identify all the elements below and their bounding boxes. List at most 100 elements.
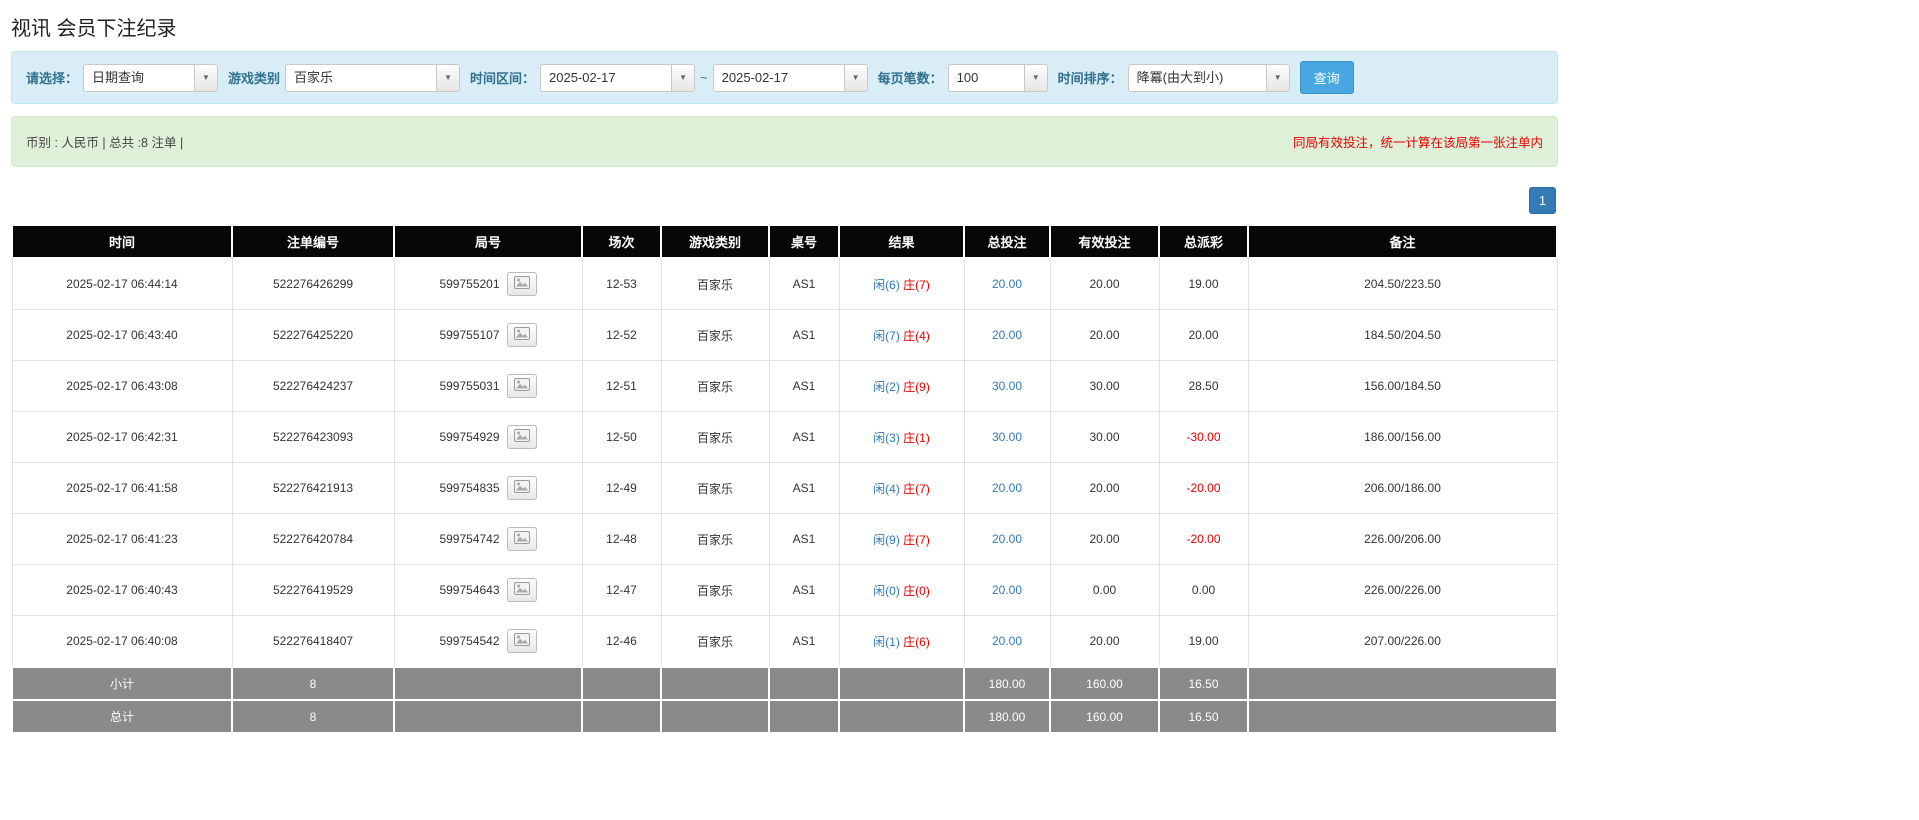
date-from-value: 2025-02-17 xyxy=(549,69,616,85)
total-bet-link[interactable]: 20.00 xyxy=(992,481,1022,495)
cell-remark: 186.00/156.00 xyxy=(1247,411,1558,463)
result-player: 闲(6) xyxy=(873,277,900,292)
total-bet-link[interactable]: 20.00 xyxy=(992,277,1022,291)
summary-bar: 币别 : 人民币 | 总共 :8 注单 | 同局有效投注，统一计算在该局第一张注… xyxy=(11,116,1558,167)
header-result: 结果 xyxy=(838,224,965,259)
result-image-button[interactable] xyxy=(506,476,537,500)
date-from-picker[interactable]: 2025-02-17 ▼ xyxy=(540,63,696,92)
search-button[interactable]: 查询 xyxy=(1299,61,1354,94)
result-player: 闲(3) xyxy=(873,430,900,445)
filter-bar: 请选择： 日期查询 ▼ 游戏类别 百家乐 ▼ 时间区间： 2025-02-17 … xyxy=(11,51,1558,104)
result-image-button[interactable] xyxy=(506,272,537,296)
date-range-separator: ~ xyxy=(700,70,708,85)
sort-label: 时间排序： xyxy=(1057,71,1123,86)
total-bet-link[interactable]: 20.00 xyxy=(992,634,1022,648)
cell-time: 2025-02-17 06:43:40 xyxy=(11,309,233,361)
chevron-down-icon[interactable]: ▼ xyxy=(671,64,695,91)
round-id-text: 599754835 xyxy=(439,481,500,495)
cell-total-bet: 20.00 xyxy=(963,309,1051,361)
cell-bet-id: 522276418407 xyxy=(231,615,395,668)
chevron-down-icon[interactable]: ▼ xyxy=(1265,64,1289,91)
header-game-type: 游戏类别 xyxy=(660,224,770,259)
cell-table-no: AS1 xyxy=(768,360,840,412)
cell-session: 12-53 xyxy=(581,257,662,310)
cell-time: 2025-02-17 06:41:58 xyxy=(11,462,233,514)
cell-payout: -20.00 xyxy=(1158,462,1249,514)
chevron-down-icon[interactable]: ▼ xyxy=(436,64,460,91)
query-type-dropdown[interactable]: 日期查询 ▼ xyxy=(83,63,219,92)
cell-payout: -20.00 xyxy=(1158,513,1249,565)
pagination: 1 xyxy=(11,187,1556,214)
cell-total-bet: 30.00 xyxy=(963,360,1051,412)
cell-payout: -30.00 xyxy=(1158,411,1249,463)
result-player: 闲(1) xyxy=(873,634,900,649)
sort-value: 降冪(由大到小) xyxy=(1136,69,1224,85)
cell-time: 2025-02-17 06:42:31 xyxy=(11,411,233,463)
total-label: 总计 xyxy=(11,699,233,734)
date-to-picker[interactable]: 2025-02-17 ▼ xyxy=(712,63,868,92)
cell-payout: 0.00 xyxy=(1158,564,1249,616)
cell-result: 闲(2) 庄(9) xyxy=(838,360,965,412)
round-id-text: 599755201 xyxy=(439,277,500,291)
table-body: 2025-02-17 06:44:14 522276426299 599755201… xyxy=(11,257,1558,668)
total-bet-link[interactable]: 20.00 xyxy=(992,328,1022,342)
result-image-button[interactable] xyxy=(506,374,537,398)
round-id-text: 599754742 xyxy=(439,532,500,546)
cell-total-bet: 20.00 xyxy=(963,257,1051,310)
cell-valid-bet: 0.00 xyxy=(1049,564,1160,616)
round-id-text: 599755031 xyxy=(439,379,500,393)
table-row: 2025-02-17 06:41:58 522276421913 599754835… xyxy=(11,462,1558,514)
total-count: 8 xyxy=(231,699,395,734)
cell-payout: 19.00 xyxy=(1158,257,1249,310)
cell-total-bet: 20.00 xyxy=(963,513,1051,565)
cell-result: 闲(9) 庄(7) xyxy=(838,513,965,565)
cell-game-type: 百家乐 xyxy=(660,615,770,668)
cell-session: 12-47 xyxy=(581,564,662,616)
game-type-value: 百家乐 xyxy=(294,69,334,85)
cell-round-id: 599755201 xyxy=(393,257,583,310)
result-image-button[interactable] xyxy=(506,578,537,602)
cell-table-no: AS1 xyxy=(768,564,840,616)
bet-records-table: 时间 注单编号 局号 场次 游戏类别 桌号 结果 总投注 有效投注 总派彩 备注… xyxy=(11,224,1558,734)
round-id-text: 599755107 xyxy=(439,328,500,342)
chevron-down-icon[interactable]: ▼ xyxy=(843,64,867,91)
total-bet-link[interactable]: 30.00 xyxy=(992,379,1022,393)
page-size-dropdown[interactable]: 100 ▼ xyxy=(947,63,1048,92)
result-image-button[interactable] xyxy=(506,323,537,347)
cell-game-type: 百家乐 xyxy=(660,462,770,514)
game-type-dropdown[interactable]: 百家乐 ▼ xyxy=(285,63,461,92)
cell-payout: 19.00 xyxy=(1158,615,1249,668)
cell-total-bet: 20.00 xyxy=(963,462,1051,514)
subtotal-count: 8 xyxy=(231,666,395,701)
page-1-button[interactable]: 1 xyxy=(1529,187,1556,214)
cell-payout: 20.00 xyxy=(1158,309,1249,361)
total-bet-link[interactable]: 20.00 xyxy=(992,583,1022,597)
round-id-text: 599754929 xyxy=(439,430,500,444)
cell-table-no: AS1 xyxy=(768,309,840,361)
cell-valid-bet: 30.00 xyxy=(1049,360,1160,412)
table-row: 2025-02-17 06:44:14 522276426299 599755201… xyxy=(11,257,1558,310)
cell-result: 闲(6) 庄(7) xyxy=(838,257,965,310)
result-image-button[interactable] xyxy=(506,425,537,449)
cell-result: 闲(7) 庄(4) xyxy=(838,309,965,361)
cell-remark: 206.00/186.00 xyxy=(1247,462,1558,514)
picture-icon xyxy=(513,327,530,343)
total-bet-link[interactable]: 30.00 xyxy=(992,430,1022,444)
header-bet-id: 注单编号 xyxy=(231,224,395,259)
round-id-text: 599754643 xyxy=(439,583,500,597)
chevron-down-icon[interactable]: ▼ xyxy=(1023,64,1047,91)
game-type-label: 游戏类别 xyxy=(228,71,281,86)
cell-bet-id: 522276423093 xyxy=(231,411,395,463)
cell-session: 12-46 xyxy=(581,615,662,668)
currency-summary-text: 币别 : 人民币 | 总共 :8 注单 | xyxy=(26,136,184,150)
sort-dropdown[interactable]: 降冪(由大到小) ▼ xyxy=(1127,63,1290,92)
table-row: 2025-02-17 06:41:23 522276420784 599754742… xyxy=(11,513,1558,565)
result-image-button[interactable] xyxy=(506,527,537,551)
result-image-button[interactable] xyxy=(506,629,537,653)
cell-remark: 226.00/226.00 xyxy=(1247,564,1558,616)
chevron-down-icon[interactable]: ▼ xyxy=(194,64,218,91)
total-bet-link[interactable]: 20.00 xyxy=(992,532,1022,546)
cell-bet-id: 522276424237 xyxy=(231,360,395,412)
table-row: 2025-02-17 06:40:43 522276419529 599754643… xyxy=(11,564,1558,616)
cell-session: 12-49 xyxy=(581,462,662,514)
